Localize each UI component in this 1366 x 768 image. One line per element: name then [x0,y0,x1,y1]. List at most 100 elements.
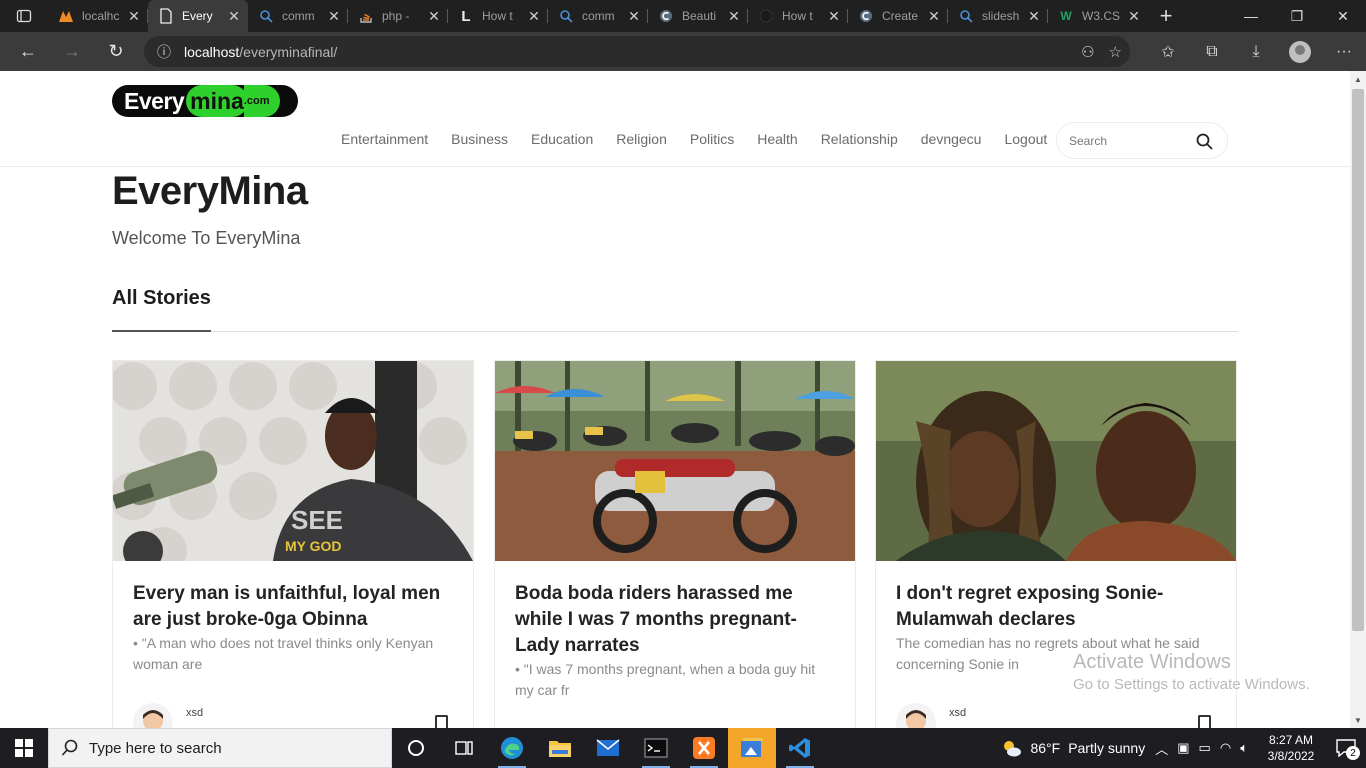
tab-slideshow[interactable]: slidesh ✕ [948,0,1048,32]
tab-actions-button[interactable] [0,0,48,32]
nav-politics[interactable]: Politics [690,131,734,147]
close-icon[interactable]: ✕ [1126,8,1142,24]
vscode-app[interactable] [776,728,824,768]
volume-icon[interactable]: 🔈︎ [1240,740,1248,756]
nav-business[interactable]: Business [451,131,508,147]
site-info-icon[interactable]: ⓘ [144,42,184,62]
tab-how-to-github[interactable]: How t ✕ [748,0,848,32]
vscode-icon [789,738,810,758]
close-icon[interactable]: ✕ [126,8,142,24]
clock[interactable]: 8:27 AM 3/8/2022 [1256,732,1326,764]
favorites-button[interactable]: ✩ [1146,32,1190,71]
task-view-button[interactable] [440,728,488,768]
back-arrow-icon: ← [19,41,37,61]
author-avatar [133,703,173,728]
address-bar[interactable]: ⓘ localhost/everyminafinal/ ⚇ ☆ [144,36,1130,67]
terminal-icon [644,738,668,758]
search-input[interactable] [1069,133,1189,148]
close-icon[interactable]: ✕ [226,8,242,24]
site-logo[interactable]: Every mina .com [112,85,298,117]
minimize-button[interactable]: — [1228,0,1274,32]
more-icon: ··· [1336,42,1352,60]
add-favorite-icon[interactable]: ☆ [1109,43,1122,61]
story-title[interactable]: Every man is unfaithful, loyal men are j… [133,581,455,633]
nav-religion[interactable]: Religion [616,131,667,147]
close-icon[interactable]: ✕ [326,8,342,24]
close-icon[interactable]: ✕ [726,8,742,24]
edge-app[interactable] [488,728,536,768]
bookmark-icon[interactable] [1198,715,1211,728]
story-title[interactable]: I don't regret exposing Sonie-Mulamwah d… [896,581,1218,633]
download-icon: ⤓ [1252,42,1260,60]
nav-logout[interactable]: Logout [1004,131,1047,147]
nav-education[interactable]: Education [531,131,593,147]
url-text[interactable]: localhost/everyminafinal/ [184,44,337,60]
story-excerpt: • "A man who does not travel thinks only… [133,635,434,672]
tab-search-comm[interactable]: comm ✕ [248,0,348,32]
scrollbar-thumb[interactable] [1352,89,1364,631]
close-icon[interactable]: ✕ [526,8,542,24]
start-button[interactable] [0,728,48,768]
nav-relationship[interactable]: Relationship [821,131,898,147]
file-explorer-app[interactable] [536,728,584,768]
close-icon[interactable]: ✕ [626,8,642,24]
xampp-icon [58,8,74,24]
restore-button[interactable]: ❐ [1274,0,1320,32]
profile-lock-icon[interactable]: ⚇ [1081,43,1094,61]
close-icon[interactable]: ✕ [826,8,842,24]
cortana-button[interactable] [392,728,440,768]
back-button[interactable]: ← [6,34,50,70]
stackoverflow-icon [358,8,374,24]
notification-center-button[interactable]: 2 [1326,728,1366,768]
photos-app[interactable] [728,728,776,768]
meeting-icon[interactable]: ▣ [1177,740,1189,756]
scroll-up-icon[interactable]: ▲ [1350,71,1366,87]
tab-beautiful[interactable]: Beauti ✕ [648,0,748,32]
close-icon[interactable]: ✕ [926,8,942,24]
chevron-up-icon[interactable]: ︿ [1155,739,1168,758]
battery-icon[interactable]: ▭ [1199,740,1211,756]
tab-title: Beauti [682,9,717,23]
tab-php[interactable]: php - ✕ [348,0,448,32]
xampp-app[interactable] [680,728,728,768]
nav-entertainment[interactable]: Entertainment [341,131,428,147]
close-icon[interactable]: ✕ [1026,8,1042,24]
weather-widget[interactable]: 86°F Partly sunny [1000,738,1145,758]
folder-icon [549,741,571,757]
tab-search-comm-2[interactable]: comm ✕ [548,0,648,32]
system-tray: 86°F Partly sunny ︿ ▣ ▭ ◠ 🔈︎ 8:27 AM 3/8… [1000,728,1366,768]
new-tab-button[interactable]: + [1148,0,1184,32]
settings-more-button[interactable]: ··· [1322,32,1366,71]
collections-button[interactable]: ⧉ [1190,32,1234,71]
downloads-button[interactable]: ⤓ [1234,32,1278,71]
refresh-button[interactable]: ↻ [94,34,138,70]
taskbar-search[interactable]: Type here to search [48,728,392,768]
tab-actions-icon [16,9,32,23]
bookmark-icon[interactable] [435,715,448,728]
window-close-button[interactable]: ✕ [1320,0,1366,32]
forward-button[interactable]: → [50,34,94,70]
nav-health[interactable]: Health [757,131,797,147]
tab-w3css[interactable]: W W3.CS ✕ [1048,0,1148,32]
story-image[interactable] [495,361,855,561]
story-title[interactable]: Boda boda riders harassed me while I was… [515,581,837,659]
nav-user-devngecu[interactable]: devngecu [921,131,982,147]
search-icon [558,8,574,24]
profile-button[interactable] [1278,32,1322,71]
search-icon[interactable] [1196,133,1213,150]
mail-icon [596,739,620,756]
tab-xampp[interactable]: localhc ✕ [48,0,148,32]
tab-create[interactable]: Create ✕ [848,0,948,32]
story-card[interactable]: SEE MY GOD Every man is unfaithful, loya… [112,360,474,728]
mail-app[interactable] [584,728,632,768]
wifi-icon[interactable]: ◠ [1220,740,1231,756]
story-card[interactable]: Boda boda riders harassed me while I was… [494,360,856,728]
terminal-app[interactable] [632,728,680,768]
scroll-down-icon[interactable]: ▼ [1350,712,1366,728]
close-icon[interactable]: ✕ [426,8,442,24]
page-scrollbar[interactable]: ▲ ▼ [1350,71,1366,728]
story-image[interactable]: SEE MY GOD [113,361,473,561]
tab-how-to-l[interactable]: L How t ✕ [448,0,548,32]
tab-everymina[interactable]: Every ✕ [148,0,248,32]
story-image[interactable] [876,361,1236,561]
